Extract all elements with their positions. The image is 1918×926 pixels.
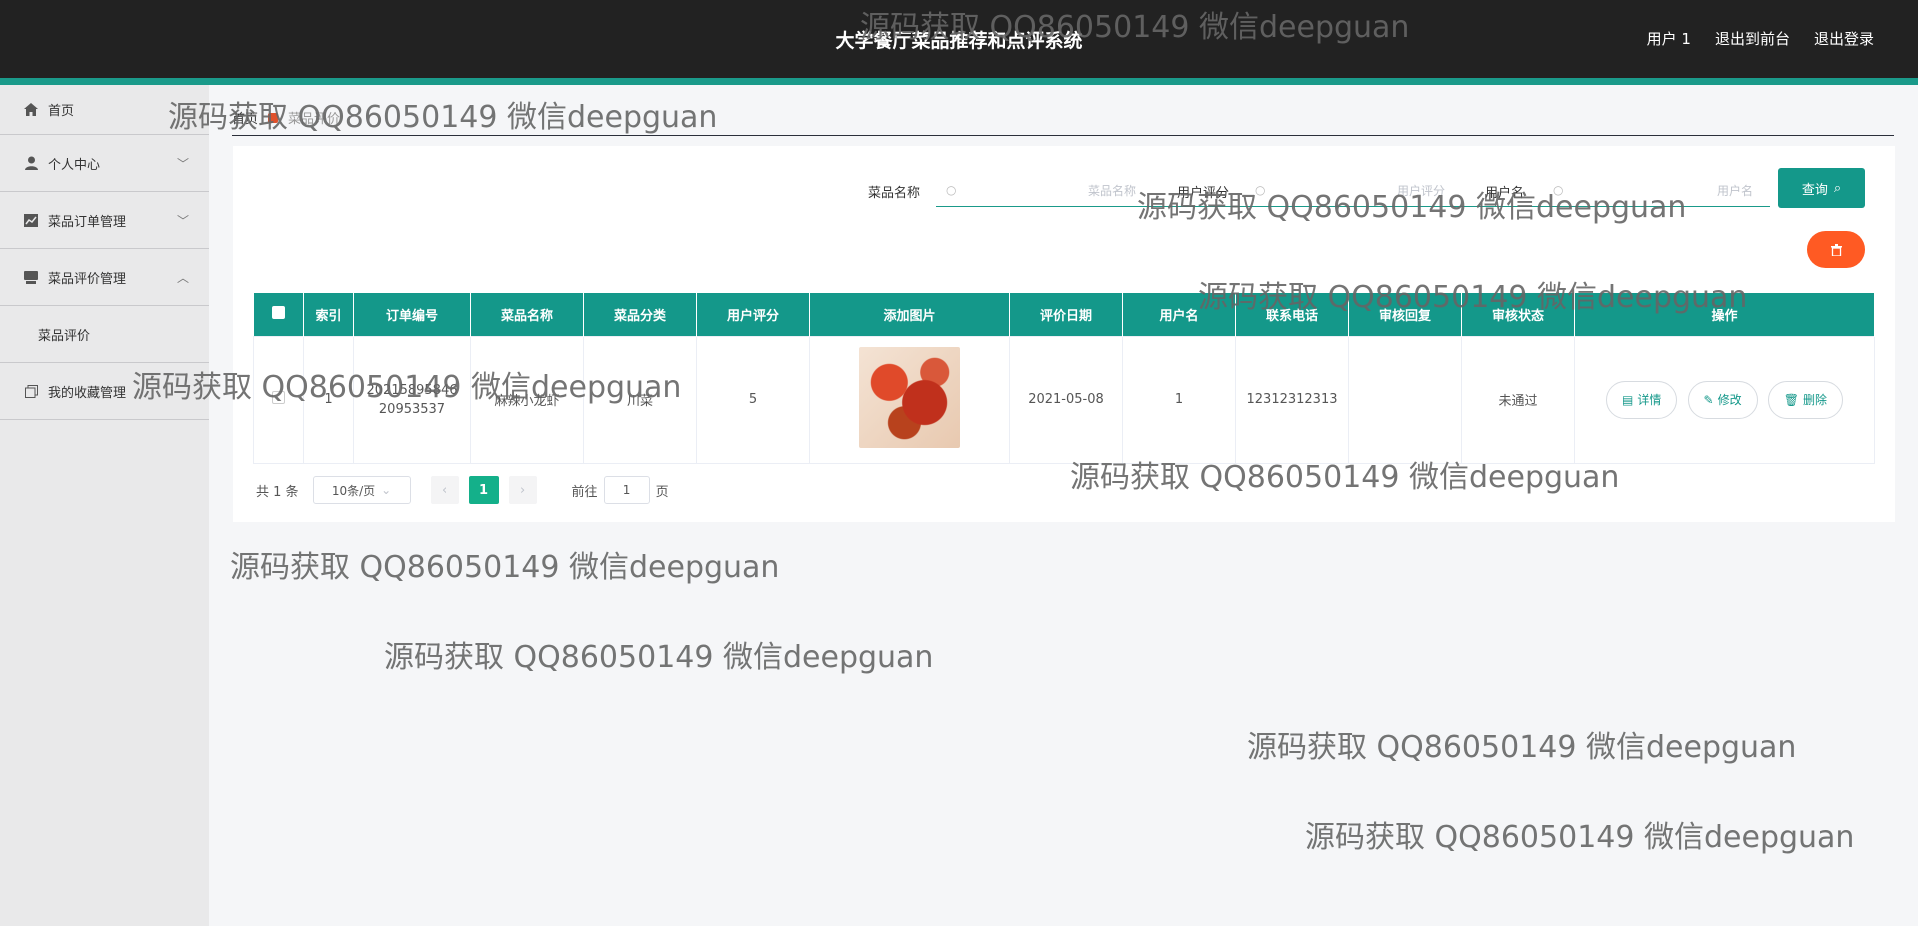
sidebar-item-label: 个人中心 [48, 157, 101, 173]
user-name-link[interactable]: 用户 1 [1647, 28, 1691, 49]
pagination: 共 1 条 10条/页 ⌄ ‹ 1 › 前往 页 [256, 476, 669, 504]
sidebar-item-label: 首页 [48, 104, 75, 119]
query-button[interactable]: 查询 ⌕ [1778, 168, 1865, 208]
column-header: 评价日期 [1009, 293, 1123, 336]
column-header: 菜品名称 [470, 293, 584, 336]
watermark-text: 源码获取 QQ86050149 微信deepguan [230, 550, 780, 585]
chart-icon [22, 213, 40, 227]
cell-username: 1 [1122, 335, 1236, 464]
tray-icon [22, 270, 40, 284]
watermark-text: 源码获取 QQ86050149 微信deepguan [1137, 190, 1687, 225]
next-page-button[interactable]: › [508, 476, 537, 504]
sidebar-item-orders[interactable]: 菜品订单管理 ﹀ [0, 192, 209, 249]
watermark-text: 源码获取 QQ86050149 微信deepguan [860, 10, 1410, 45]
watermark-text: 源码获取 QQ86050149 微信deepguan [168, 100, 718, 135]
sidebar-subitem-reviews[interactable]: 菜品评价 [0, 306, 209, 363]
sidebar: 首页 个人中心 ﹀ 菜品订单管理 ﹀ 菜品评价管理 ︿ 菜品评价 我的收藏管理 [0, 85, 209, 926]
logout-link[interactable]: 退出登录 [1814, 28, 1874, 49]
search-icon: ⌕ [1833, 180, 1842, 196]
page-number-button[interactable]: 1 [468, 476, 499, 504]
sidebar-item-label: 我的收藏管理 [48, 385, 127, 401]
exit-to-front-link[interactable]: 退出到前台 [1715, 28, 1790, 49]
cell-image [809, 335, 1010, 464]
sidebar-item-profile[interactable]: 个人中心 ﹀ [0, 135, 209, 192]
watermark-text: 源码获取 QQ86050149 微信deepguan [384, 640, 934, 675]
page-unit-label: 页 [655, 484, 669, 500]
search-icon: ○ [946, 183, 957, 197]
watermark-text: 源码获取 QQ86050149 微信deepguan [1070, 460, 1620, 495]
home-icon [22, 103, 40, 116]
trash-icon: 🗑 [1783, 392, 1799, 407]
column-header: 用户评分 [696, 293, 810, 336]
dish-name-label: 菜品名称 [868, 186, 921, 201]
cell-reply [1348, 335, 1462, 464]
user-icon [22, 156, 40, 170]
dish-name-input[interactable]: ○ 菜品名称 [936, 174, 1146, 206]
column-header: 订单编号 [353, 293, 471, 336]
top-links: 用户 1 退出到前台 退出登录 [1647, 28, 1874, 49]
total-count: 共 1 条 [256, 484, 299, 500]
chevron-down-icon: ﹀ [176, 156, 189, 171]
select-all-checkbox[interactable] [253, 293, 304, 336]
watermark-text: 源码获取 QQ86050149 微信deepguan [1247, 730, 1797, 765]
page-size-select[interactable]: 10条/页 ⌄ [312, 476, 411, 504]
cell-date: 2021-05-08 [1009, 335, 1123, 464]
dish-photo[interactable] [859, 347, 960, 448]
cell-phone: 12312312313 [1235, 335, 1349, 464]
cell-status: 未通过 [1461, 335, 1575, 464]
trash-icon [1830, 243, 1842, 256]
sidebar-item-label: 菜品评价管理 [48, 271, 127, 287]
watermark-text: 源码获取 QQ86050149 微信deepguan [132, 370, 682, 405]
sidebar-item-label: 菜品订单管理 [48, 214, 127, 230]
cell-rating: 5 [696, 335, 810, 464]
watermark-text: 源码获取 QQ86050149 微信deepguan [1198, 280, 1748, 315]
column-header: 菜品分类 [583, 293, 697, 336]
pencil-icon: ✎ [1703, 392, 1714, 407]
detail-button[interactable]: ▤ 详情 [1606, 380, 1678, 419]
goto-page-input[interactable] [603, 476, 650, 504]
cell-actions: ▤ 详情 ✎ 修改 🗑 删除 [1574, 335, 1875, 464]
copy-icon [22, 384, 40, 398]
header-accent-bar [0, 78, 1918, 85]
goto-label: 前往 [571, 484, 598, 500]
prev-page-button[interactable]: ‹ [430, 476, 459, 504]
chevron-down-icon: ⌄ [381, 483, 392, 497]
chevron-up-icon: ︿ [176, 270, 189, 285]
sidebar-item-reviews[interactable]: 菜品评价管理 ︿ [0, 249, 209, 306]
delete-button[interactable]: 🗑 删除 [1767, 380, 1843, 419]
column-header: 索引 [303, 293, 354, 336]
column-header: 添加图片 [809, 293, 1010, 336]
document-icon: ▤ [1622, 392, 1634, 407]
chevron-down-icon: ﹀ [176, 213, 189, 228]
watermark-text: 源码获取 QQ86050149 微信deepguan [1305, 820, 1855, 855]
batch-delete-button[interactable] [1807, 231, 1865, 268]
edit-button[interactable]: ✎ 修改 [1687, 380, 1758, 419]
